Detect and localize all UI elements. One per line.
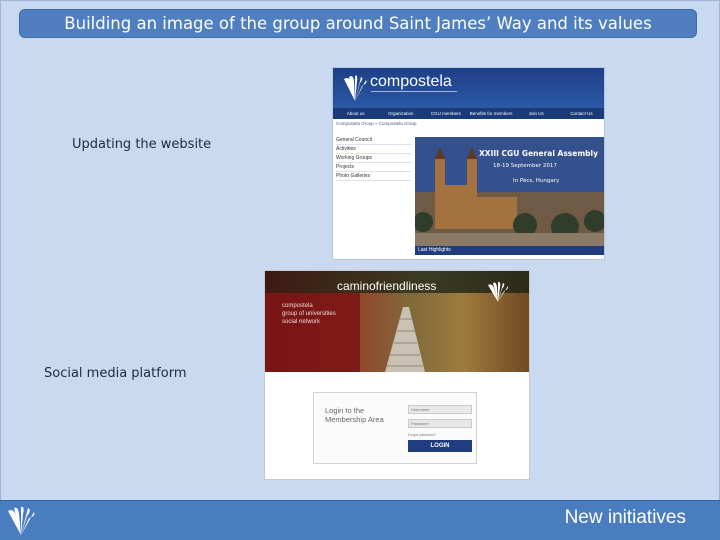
- caption-updating-website: Updating the website: [72, 137, 212, 152]
- forgot-password-link[interactable]: Forgot password?: [408, 433, 436, 437]
- sidebar-item-projects[interactable]: Projects: [336, 163, 412, 172]
- username-field[interactable]: Username: [408, 405, 472, 414]
- footer-label: New initiatives: [564, 507, 686, 528]
- brand-underline: [371, 91, 457, 92]
- social-tagline: compostela group of universities social …: [282, 302, 336, 326]
- tagline-line-2: group of universities: [282, 311, 336, 317]
- caption-social-media: Social media platform: [44, 366, 187, 381]
- login-title: Login to the Membership Area: [325, 406, 384, 424]
- tagline-line-1: compostela: [282, 303, 313, 309]
- website-sidebar: General Council Activities Working Group…: [336, 136, 412, 181]
- wooden-path-image: [385, 307, 425, 372]
- autumn-path-photo: caminofriendliness compostela group of u…: [265, 271, 529, 372]
- website-nav: About us Organization CGU members Benefi…: [333, 108, 604, 119]
- sidebar-item-working-groups[interactable]: Working Groups: [336, 154, 412, 163]
- nav-item-about[interactable]: About us: [333, 108, 378, 119]
- banner-title: XXIII CGU General Assembly: [479, 149, 598, 158]
- sidebar-item-activities[interactable]: Activities: [336, 145, 412, 154]
- sidebar-item-general-council[interactable]: General Council: [336, 136, 412, 145]
- nav-item-join[interactable]: Join Us: [514, 108, 559, 119]
- breadcrumb: Compostela Group » Compostela Group: [336, 121, 417, 126]
- scallop-shell-logo-icon: [8, 506, 35, 535]
- website-screenshot: compostela About us Organization CGU mem…: [332, 67, 605, 260]
- social-platform-screenshot: caminofriendliness compostela group of u…: [264, 270, 530, 480]
- sidebar-item-photo-galleries[interactable]: Photo Galleries: [336, 172, 412, 181]
- password-field[interactable]: Password: [408, 419, 472, 428]
- social-brand: caminofriendliness: [337, 279, 437, 293]
- login-button[interactable]: LOGIN: [408, 440, 472, 452]
- login-title-line-2: Membership Area: [325, 415, 384, 424]
- banner-date: 18-19 September 2017: [493, 163, 557, 169]
- last-highlights-bar[interactable]: Last Highlights: [415, 246, 604, 255]
- scallop-shell-icon: [488, 281, 509, 302]
- website-header: compostela: [333, 68, 604, 108]
- scallop-shell-icon: [344, 75, 367, 101]
- website-footer-strip: [333, 255, 604, 259]
- tagline-line-3: social network: [282, 319, 321, 325]
- cathedral-banner: XXIII CGU General Assembly 18-19 Septemb…: [415, 137, 604, 246]
- nav-item-benefits[interactable]: Benefits for members: [469, 108, 514, 119]
- nav-item-contact[interactable]: Contact Us: [559, 108, 604, 119]
- nav-item-members[interactable]: CGU members: [423, 108, 468, 119]
- membership-login-box: Login to the Membership Area Username Pa…: [313, 392, 477, 464]
- login-title-line-1: Login to the: [325, 406, 365, 415]
- banner-place: In Pécs, Hungary: [513, 178, 560, 184]
- nav-item-organization[interactable]: Organization: [378, 108, 423, 119]
- website-brand: compostela: [370, 73, 452, 90]
- slide-title: Building an image of the group around Sa…: [19, 9, 697, 38]
